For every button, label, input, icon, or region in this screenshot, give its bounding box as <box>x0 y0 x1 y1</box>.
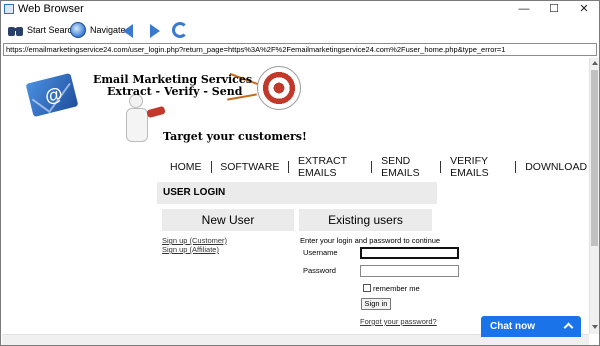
scroll-down-icon[interactable] <box>592 325 598 329</box>
chevron-up-icon <box>563 322 574 333</box>
login-instructions: Enter your login and password to continu… <box>300 236 441 245</box>
banner-tagline: Target your customers! <box>163 130 307 143</box>
new-user-heading: New User <box>162 209 294 231</box>
nav-divider <box>515 161 517 173</box>
navigate-button[interactable]: Navigate <box>69 21 126 39</box>
username-input[interactable] <box>360 247 459 259</box>
forgot-password-link[interactable]: Forgot your password? <box>360 317 437 326</box>
site-banner: @ Email Marketing Services Extract - Ver… <box>25 66 329 156</box>
main-nav: HOME SOFTWARE EXTRACT EMAILS SEND EMAILS… <box>168 155 589 179</box>
forward-button[interactable] <box>150 21 160 39</box>
target-icon <box>257 66 301 110</box>
globe-icon <box>69 21 87 39</box>
refresh-button[interactable] <box>172 21 188 39</box>
signup-customer-link[interactable]: Sign up (Customer) <box>162 236 227 245</box>
figure-body <box>126 108 148 142</box>
chat-now-label: Chat now <box>490 321 535 332</box>
toolbar: Start Search Navigate <box>1 18 599 42</box>
address-bar[interactable]: https://emailmarketingservice24.com/user… <box>3 43 597 56</box>
title-bar: Web Browser — ☐ ✕ <box>1 1 599 18</box>
start-search-button[interactable]: Start Search <box>6 21 77 39</box>
scroll-up-icon[interactable] <box>592 61 598 65</box>
nav-home[interactable]: HOME <box>168 161 204 173</box>
username-label: Username <box>303 248 338 257</box>
binoculars-icon <box>6 21 24 39</box>
slingshot-icon <box>146 105 166 119</box>
banner-subtitle: Extract - Verify - Send <box>107 85 243 98</box>
vertical-scrollbar[interactable] <box>589 58 599 334</box>
nav-divider <box>371 161 373 173</box>
chat-now-widget[interactable]: Chat now <box>481 316 581 337</box>
user-login-heading: USER LOGIN <box>157 182 437 204</box>
refresh-icon <box>172 22 188 38</box>
nav-divider <box>440 161 442 173</box>
nav-verify-emails[interactable]: VERIFY EMAILS <box>448 155 508 179</box>
back-button[interactable] <box>123 21 133 39</box>
nav-divider <box>210 161 212 173</box>
nav-extract-emails[interactable]: EXTRACT EMAILS <box>296 155 364 179</box>
nav-divider <box>288 161 290 173</box>
nav-software[interactable]: SOFTWARE <box>218 161 281 173</box>
scroll-thumb[interactable] <box>591 70 598 246</box>
nav-send-emails[interactable]: SEND EMAILS <box>379 155 433 179</box>
password-label: Password <box>303 266 336 275</box>
signup-affiliate-link[interactable]: Sign up (Affiliate) <box>162 245 219 254</box>
minimize-button[interactable]: — <box>509 1 539 18</box>
close-button[interactable]: ✕ <box>569 1 599 18</box>
back-arrow-icon <box>123 24 133 38</box>
browser-window: Web Browser — ☐ ✕ Start Search Navigate … <box>0 0 600 346</box>
window-title: Web Browser <box>18 3 84 15</box>
web-content: @ Email Marketing Services Extract - Ver… <box>2 58 589 334</box>
navigate-label: Navigate <box>90 25 126 35</box>
forward-arrow-icon <box>150 24 160 38</box>
sign-in-button[interactable]: Sign in <box>361 298 391 310</box>
existing-users-heading: Existing users <box>299 209 432 231</box>
password-input[interactable] <box>360 265 459 277</box>
remember-me-label: remember me <box>373 284 420 293</box>
app-icon <box>4 4 14 14</box>
remember-me-checkbox[interactable] <box>363 284 371 292</box>
nav-download[interactable]: DOWNLOAD <box>523 161 589 173</box>
maximize-button[interactable]: ☐ <box>539 1 569 18</box>
